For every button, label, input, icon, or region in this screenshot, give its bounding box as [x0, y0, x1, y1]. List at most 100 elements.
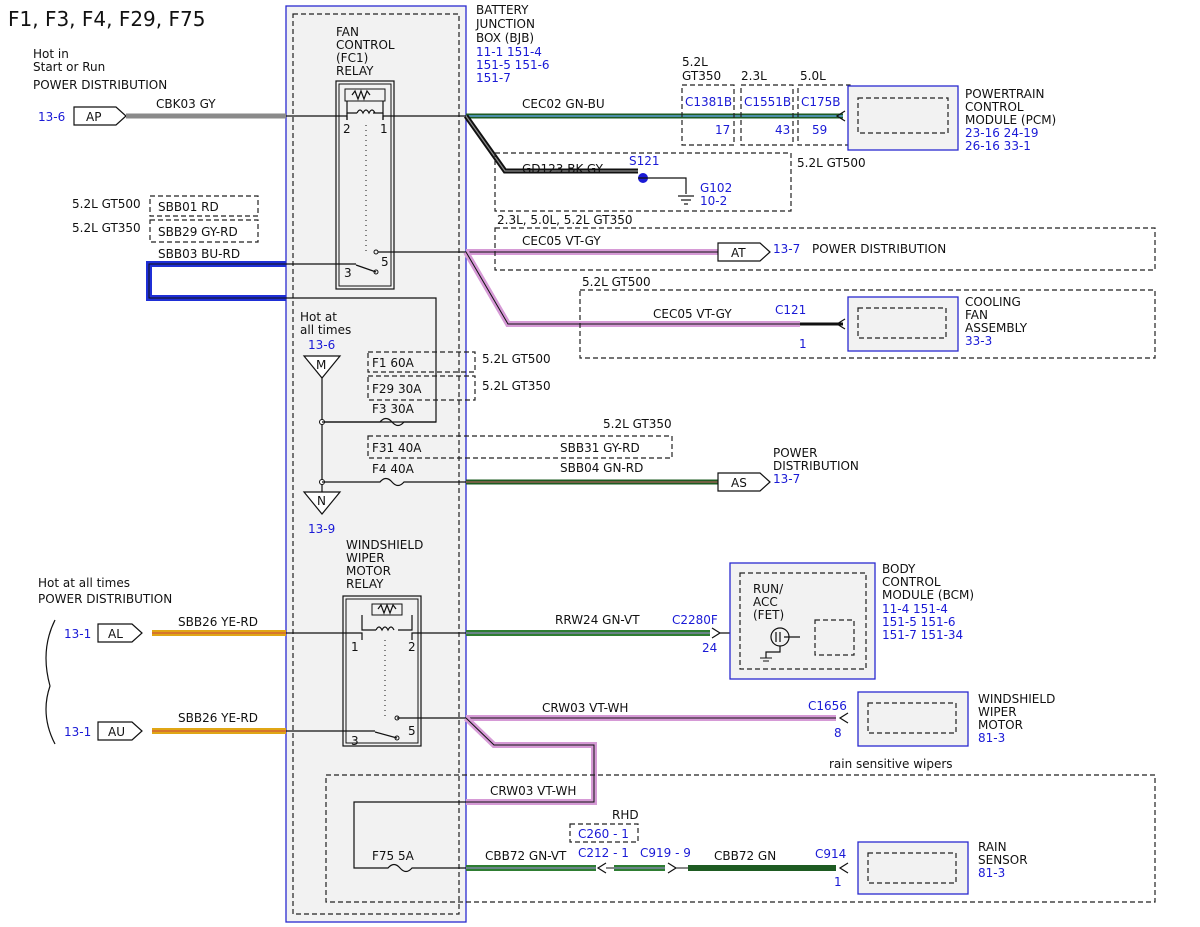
connector-c919-label: C919 - 9: [640, 846, 691, 860]
svg-text:43: 43: [775, 123, 790, 137]
svg-text:ASSEMBLY: ASSEMBLY: [965, 321, 1028, 335]
wire-crw03-b-label: CRW03 VT-WH: [490, 784, 576, 798]
module-pcm: POWERTRAIN CONTROL MODULE (PCM) 23-16 24…: [847, 85, 1056, 153]
svg-text:5: 5: [381, 255, 389, 269]
svg-text:2.3L: 2.3L: [741, 69, 767, 83]
svg-text:81-3: 81-3: [978, 866, 1005, 880]
svg-text:RELAY: RELAY: [346, 577, 384, 591]
svg-text:13-6: 13-6: [308, 338, 335, 352]
svg-text:RAIN: RAIN: [978, 840, 1007, 854]
wire-cec05-top-label: CEC05 VT-GY: [522, 234, 601, 248]
svg-text:59: 59: [812, 123, 827, 137]
source-hot-all-times: Hot at all times POWER DISTRIBUTION: [38, 576, 172, 606]
wire-sbb03: [146, 261, 286, 301]
svg-text:5.2L GT500: 5.2L GT500: [582, 275, 651, 289]
source-ap-block: Hot in Start or Run POWER DISTRIBUTION 1…: [33, 47, 167, 126]
svg-text:151-5 151-6: 151-5 151-6: [476, 58, 550, 72]
svg-text:151-5 151-6: 151-5 151-6: [882, 615, 956, 629]
svg-text:11-4 151-4: 11-4 151-4: [882, 602, 948, 616]
module-bcm: RUN/ ACC (FET) BODY CONTROL MODULE (BCM)…: [729, 562, 974, 680]
svg-text:1: 1: [799, 337, 807, 351]
connector-c1656-label: C1656: [808, 699, 847, 713]
fuse-f75: F75 5A: [372, 849, 415, 863]
alternate-brace: [45, 619, 56, 745]
svg-text:13-7: 13-7: [773, 242, 800, 256]
svg-text:BODY: BODY: [882, 562, 916, 576]
svg-text:COOLING: COOLING: [965, 295, 1021, 309]
wiring-diagram: F1, F3, F4, F29, F75 BATTERY JUNCTION BO…: [8, 3, 1156, 923]
svg-text:MODULE (BCM): MODULE (BCM): [882, 588, 974, 602]
svg-text:151-7 151-34: 151-7 151-34: [882, 628, 963, 642]
connector-c1551b: 2.3L C1551B 43: [740, 69, 794, 146]
svg-text:2: 2: [408, 640, 416, 654]
svg-text:WINDSHIELD: WINDSHIELD: [346, 538, 423, 552]
wire-cbk03-label: CBK03 GY: [156, 97, 216, 111]
wire-cec02-label: CEC02 GN-BU: [522, 97, 605, 111]
svg-text:23-16 24-19: 23-16 24-19: [965, 126, 1039, 140]
module-wiper-motor: WINDSHIELD WIPER MOTOR 81-3: [857, 691, 1055, 747]
module-cooling-fan: COOLING FAN ASSEMBLY 33-3: [847, 295, 1028, 352]
svg-text:5.2L: 5.2L: [682, 55, 708, 69]
svg-text:5: 5: [408, 724, 416, 738]
svg-text:1: 1: [351, 640, 359, 654]
svg-text:FAN: FAN: [965, 308, 988, 322]
svg-text:3: 3: [344, 266, 352, 280]
wire-crw03-a-label: CRW03 VT-WH: [542, 701, 628, 715]
svg-text:Start or Run: Start or Run: [33, 60, 105, 74]
svg-text:SENSOR: SENSOR: [978, 853, 1028, 867]
module-rain-sensor: RAIN SENSOR 81-3: [857, 840, 1028, 895]
connector-ap-label: AP: [86, 110, 101, 124]
svg-text:5.0L: 5.0L: [800, 69, 826, 83]
svg-text:24: 24: [702, 641, 717, 655]
svg-text:17: 17: [715, 123, 730, 137]
svg-text:5.2L GT500: 5.2L GT500: [72, 197, 141, 211]
svg-text:POWER DISTRIBUTION: POWER DISTRIBUTION: [38, 592, 172, 606]
svg-text:AL: AL: [108, 627, 123, 641]
wire-sbb04-label: SBB04 GN-RD: [560, 461, 643, 475]
svg-text:5.2L GT500: 5.2L GT500: [482, 352, 551, 366]
fuse-f3: F3 30A: [372, 402, 415, 416]
wire-sbb26-au-label: SBB26 YE-RD: [178, 711, 258, 725]
svg-text:RELAY: RELAY: [336, 64, 374, 78]
svg-text:CONTROL: CONTROL: [882, 575, 941, 589]
svg-text:WIPER: WIPER: [978, 705, 1017, 719]
svg-text:13-1: 13-1: [64, 627, 91, 641]
wire-cbb72-a-label: CBB72 GN-VT: [485, 849, 567, 863]
fuse-f1: F1 60A: [372, 356, 415, 370]
svg-text:POWERTRAIN: POWERTRAIN: [965, 87, 1045, 101]
svg-text:(FET): (FET): [753, 608, 784, 622]
svg-text:3: 3: [351, 734, 359, 748]
svg-text:M: M: [316, 358, 326, 372]
rain-sensitive-label: rain sensitive wipers: [829, 757, 953, 771]
wire-rrw24-label: RRW24 GN-VT: [555, 613, 640, 627]
svg-text:all times: all times: [300, 323, 351, 337]
connector-c175b: 5.0L C175B 59: [797, 69, 851, 146]
sbb-labels: 5.2L GT500 SBB01 RD 5.2L GT350 SBB29 GY-…: [72, 195, 259, 261]
svg-text:MOTOR: MOTOR: [346, 564, 391, 578]
svg-text:DISTRIBUTION: DISTRIBUTION: [773, 459, 859, 473]
svg-text:5.2L GT350: 5.2L GT350: [482, 379, 551, 393]
svg-text:C1551B: C1551B: [744, 95, 791, 109]
svg-text:WIPER: WIPER: [346, 551, 385, 565]
svg-text:WINDSHIELD: WINDSHIELD: [978, 692, 1055, 706]
svg-text:11-1 151-4: 11-1 151-4: [476, 45, 542, 59]
svg-text:13-7: 13-7: [773, 472, 800, 486]
svg-text:CONTROL: CONTROL: [336, 38, 395, 52]
fuse-f4: F4 40A: [372, 462, 415, 476]
connector-c2280f-label: C2280F: [672, 613, 718, 627]
rhd-label: RHD: [612, 808, 639, 822]
bjb-label: BATTERY JUNCTION BOX (BJB) 11-1 151-4 15…: [475, 3, 550, 85]
svg-text:SBB29 GY-RD: SBB29 GY-RD: [158, 225, 238, 239]
svg-text:JUNCTION: JUNCTION: [475, 17, 535, 31]
svg-text:8: 8: [834, 726, 842, 740]
svg-text:POWER: POWER: [773, 446, 817, 460]
svg-text:C1381B: C1381B: [685, 95, 732, 109]
svg-text:Hot at: Hot at: [300, 310, 337, 324]
fuse-f29: F29 30A: [372, 382, 422, 396]
svg-text:RUN/: RUN/: [753, 582, 784, 596]
svg-text:SBB03 BU-RD: SBB03 BU-RD: [158, 247, 240, 261]
svg-text:ACC: ACC: [753, 595, 778, 609]
svg-text:AS: AS: [731, 476, 747, 490]
wire-cec05-bottom-label: CEC05 VT-GY: [653, 307, 732, 321]
connector-as: AS POWER DISTRIBUTION 13-7: [717, 446, 859, 492]
